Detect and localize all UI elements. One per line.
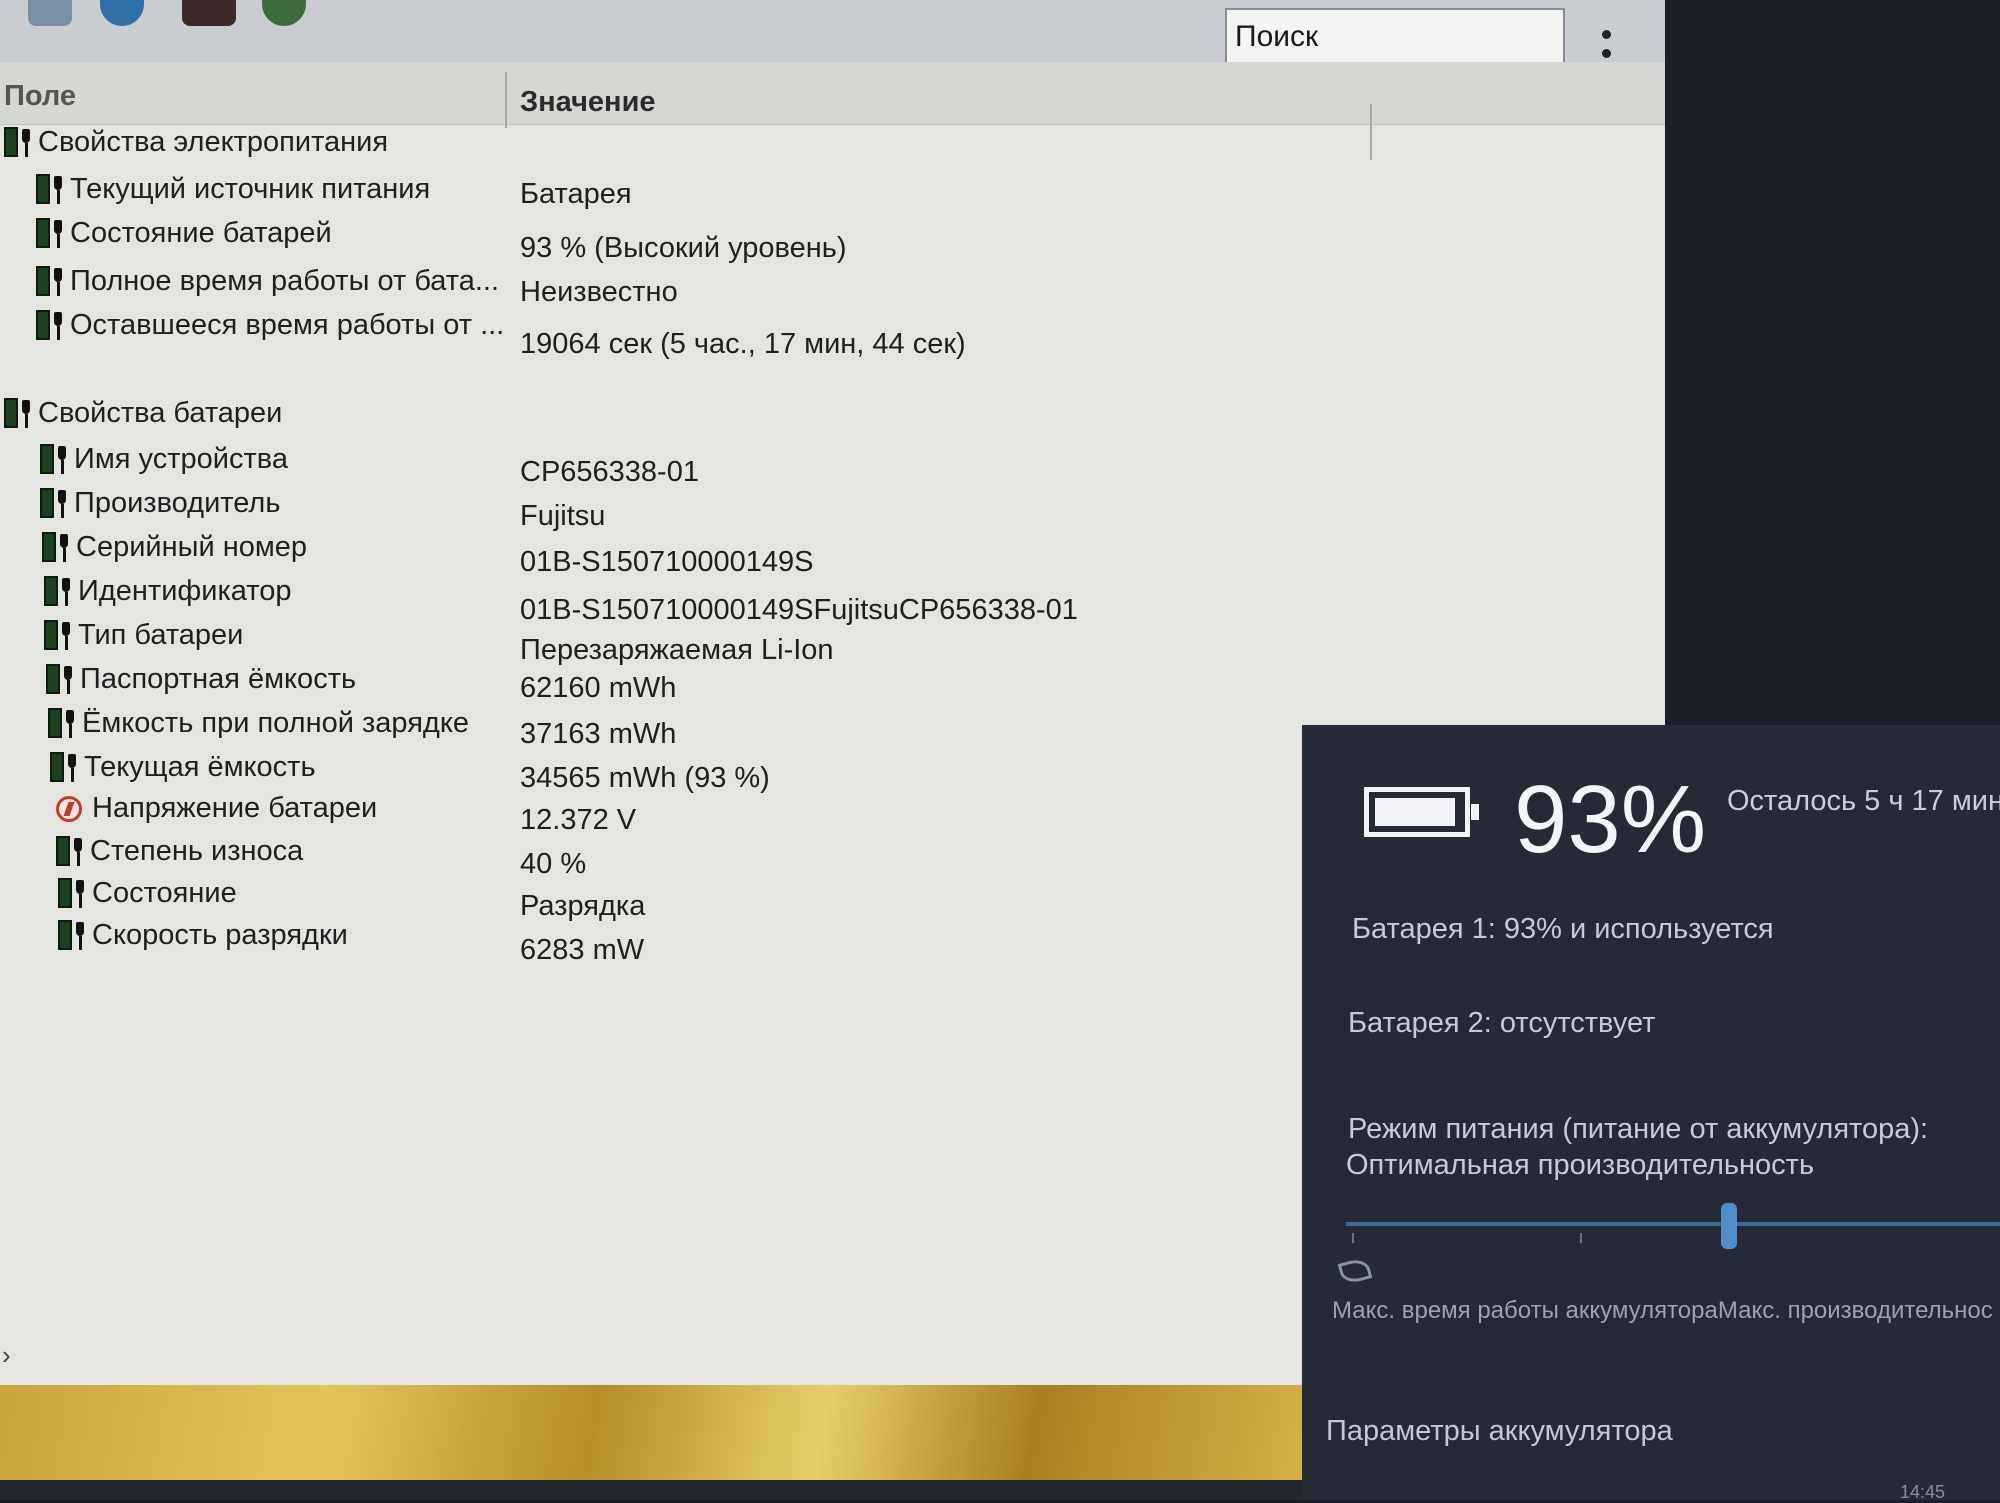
- table-row[interactable]: Идентификатор 01B-S150710000149SFujitsuC…: [0, 574, 1665, 626]
- tree-expander-icon[interactable]: ›: [2, 1340, 11, 1371]
- field-label: Состояние батарей: [70, 216, 332, 249]
- field-value: Неизвестно: [520, 276, 678, 308]
- field-value: 93 % (Высокий уровень): [520, 232, 847, 264]
- column-header-value[interactable]: Значение: [520, 86, 656, 119]
- field-value: Fujitsu: [520, 500, 606, 532]
- battery-plug-icon: [36, 216, 66, 250]
- toolbar-globe-icon[interactable]: [262, 0, 306, 26]
- slider-tick: [1352, 1233, 1354, 1243]
- field-value: 12.372 V: [520, 804, 637, 836]
- battery-plug-icon: [56, 834, 86, 868]
- column-header-field[interactable]: Поле: [4, 80, 76, 113]
- table-row[interactable]: Полное время работы от бата... Неизвестн…: [0, 264, 1665, 308]
- field-label: Текущая ёмкость: [84, 750, 316, 783]
- field-label: Степень износа: [90, 834, 304, 867]
- field-value: CP656338-01: [520, 456, 699, 488]
- battery-plug-icon: [58, 876, 88, 910]
- field-label: Производитель: [74, 486, 281, 519]
- power-mode-label: Режим питания (питание от аккумулятора):: [1348, 1113, 1929, 1145]
- battery-settings-link[interactable]: Параметры аккумулятора: [1326, 1415, 1673, 1448]
- table-row[interactable]: Паспортная ёмкость 62160 mWh: [0, 662, 1665, 704]
- table-row[interactable]: Тип батареи Перезаряжаемая Li-Ion: [0, 618, 1665, 666]
- field-label: Идентификатор: [78, 574, 292, 607]
- battery-plug-icon: [48, 706, 78, 740]
- table-row[interactable]: Оставшееся время работы от ... 19064 сек…: [0, 308, 1665, 360]
- field-label: Скорость разрядки: [92, 918, 348, 951]
- power-mode-value: Оптимальная производительность: [1346, 1149, 1815, 1181]
- slider-tick: [1580, 1233, 1582, 1243]
- battery-plug-icon: [44, 618, 74, 652]
- voltage-icon: [56, 795, 82, 822]
- field-value: 6283 mW: [520, 934, 645, 966]
- field-value: 19064 сек (5 час., 17 мин, 44 сек): [520, 328, 966, 360]
- field-value: 62160 mWh: [520, 672, 677, 704]
- field-label: Паспортная ёмкость: [80, 662, 357, 695]
- toolbar-app-icon[interactable]: [28, 0, 72, 26]
- field-label: Полное время работы от бата...: [70, 264, 500, 297]
- battery-plug-icon: [36, 172, 66, 206]
- slider-labels: Макс. время работы аккумулятораМакс. про…: [1332, 1297, 1993, 1325]
- group-power[interactable]: Свойства электропитания: [0, 125, 1665, 165]
- group-title: Свойства батареи: [38, 396, 283, 429]
- time-remaining: Осталось 5 ч 17 мин: [1727, 785, 2000, 817]
- toolbar-chip-icon[interactable]: [182, 0, 236, 26]
- table-row[interactable]: Состояние батарей 93 % (Высокий уровень): [0, 216, 1665, 264]
- battery-saver-leaf-icon: [1337, 1256, 1373, 1286]
- battery-2-status: Батарея 2: отсутствует: [1348, 1007, 1656, 1039]
- battery-plug-icon: [42, 530, 72, 564]
- battery-plug-icon: [50, 750, 80, 784]
- battery-plug-icon: [4, 396, 34, 430]
- slider-min-label: Макс. время работы аккумулятора: [1332, 1297, 1718, 1324]
- power-mode-slider-thumb[interactable]: [1721, 1203, 1737, 1249]
- field-label: Текущий источник питания: [70, 172, 431, 205]
- field-value: Батарея: [520, 178, 632, 210]
- field-label: Тип батареи: [78, 618, 244, 651]
- table-row[interactable]: Текущий источник питания Батарея: [0, 172, 1665, 212]
- battery-plug-icon: [46, 662, 76, 696]
- field-label: Оставшееся время работы от ...: [70, 308, 505, 341]
- battery-plug-icon: [58, 918, 88, 952]
- battery-level-icon: [1364, 787, 1479, 837]
- column-header-row: Поле Значение: [0, 62, 1665, 125]
- battery-1-status: Батарея 1: 93% и используется: [1352, 913, 1774, 945]
- slider-max-label: Макс. производительнос: [1717, 1297, 1993, 1324]
- battery-plug-icon: [40, 442, 70, 476]
- field-value: 34565 mWh (93 %): [520, 762, 770, 794]
- desktop-wallpaper: [0, 1385, 1320, 1480]
- field-label: Серийный номер: [76, 530, 308, 563]
- toolbar-cloud-icon[interactable]: [100, 0, 144, 26]
- group-title: Свойства электропитания: [38, 125, 389, 158]
- field-label: Ёмкость при полной зарядке: [82, 706, 469, 739]
- table-row[interactable]: Производитель Fujitsu: [0, 486, 1665, 532]
- field-label: Имя устройства: [74, 442, 288, 475]
- battery-plug-icon: [44, 574, 74, 608]
- field-label: Напряжение батареи: [92, 792, 378, 824]
- table-row[interactable]: Серийный номер 01B-S150710000149S: [0, 530, 1665, 578]
- battery-plug-icon: [40, 486, 70, 520]
- group-battery[interactable]: Свойства батареи: [0, 396, 1665, 436]
- battery-flyout: 93% Осталось 5 ч 17 мин Батарея 1: 93% и…: [1302, 725, 2000, 1500]
- field-label: Состояние: [92, 876, 237, 909]
- power-mode-slider[interactable]: [1346, 1222, 2000, 1226]
- battery-plug-icon: [36, 264, 66, 298]
- battery-percent: 93%: [1514, 766, 1707, 873]
- battery-plug-icon: [36, 308, 66, 342]
- column-separator[interactable]: [505, 72, 507, 128]
- table-row[interactable]: Имя устройства CP656338-01: [0, 442, 1665, 488]
- toolbar: Поиск: [0, 0, 1665, 76]
- field-value: 37163 mWh: [520, 718, 677, 750]
- battery-plug-icon: [4, 125, 34, 159]
